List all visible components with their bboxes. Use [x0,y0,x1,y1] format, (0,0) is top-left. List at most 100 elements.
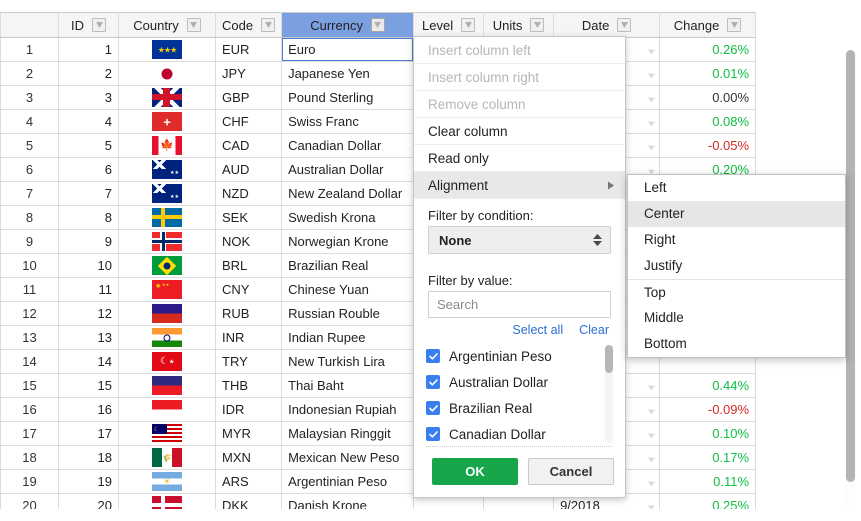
cell-code[interactable]: BRL [214,253,283,278]
row-number-cell[interactable]: 12 [0,301,59,326]
cell-currency[interactable]: Argentinian Peso [281,469,415,494]
cell-currency[interactable]: Swedish Krona [281,205,415,230]
cell-currency[interactable]: Thai Baht [281,373,415,398]
cell-country[interactable]: ☾ [118,421,216,446]
cell-code[interactable]: EUR [214,37,283,62]
row-number-cell[interactable]: 17 [0,421,59,446]
cell-id[interactable]: 17 [58,421,119,446]
column-header-level[interactable]: Level [413,12,485,38]
date-dropdown-icon[interactable] [648,66,656,81]
table-row[interactable]: 1515THBThai Baht9/20180.44% [0,373,757,398]
row-number-cell[interactable]: 13 [0,325,59,350]
cell-country[interactable]: ★★★ [118,277,216,302]
filter-condition-select[interactable]: None [428,226,611,254]
cell-change[interactable]: -0.09% [659,397,757,422]
column-header-code[interactable]: Code [214,12,283,38]
cell-currency[interactable]: New Turkish Lira [281,349,415,374]
table-row[interactable]: 55🍁CADCanadian Dollar9/2018-0.05% [0,133,757,158]
row-number-cell[interactable]: 7 [0,181,59,206]
cell-id[interactable]: 1 [58,37,119,62]
cell-id[interactable]: 16 [58,397,119,422]
clear-link[interactable]: Clear [579,323,609,337]
date-dropdown-icon[interactable] [648,114,656,129]
cell-code[interactable]: AUD [214,157,283,182]
column-header-date[interactable]: Date [553,12,661,38]
row-number-cell[interactable]: 11 [0,277,59,302]
vertical-scrollbar-thumb[interactable] [846,50,855,482]
table-row[interactable]: 1616IDRIndonesian Rupiah9/2018-0.09% [0,397,757,422]
cell-country[interactable] [118,205,216,230]
cell-country[interactable]: 🍁 [118,133,216,158]
cell-id[interactable]: 11 [58,277,119,302]
cell-currency[interactable]: Norwegian Krone [281,229,415,254]
cell-change[interactable]: 0.10% [659,421,757,446]
context-menu-item-alignment[interactable]: Alignment [414,172,625,199]
cell-id[interactable]: 14 [58,349,119,374]
cell-id[interactable]: 10 [58,253,119,278]
cell-currency[interactable]: Indonesian Rupiah [281,397,415,422]
cell-currency[interactable]: Mexican New Peso [281,445,415,470]
row-number-cell[interactable]: 6 [0,157,59,182]
column-context-menu[interactable]: Insert column left Insert column right Rem… [413,36,626,498]
cell-country[interactable] [118,61,216,86]
column-filter-icon[interactable] [370,18,385,32]
cell-change[interactable]: 0.00% [659,85,757,110]
alignment-option-middle[interactable]: Middle [628,305,845,331]
column-header-currency[interactable]: Currency [281,12,415,38]
cell-country[interactable]: ★★ [118,181,216,206]
cell-code[interactable]: INR [214,325,283,350]
column-filter-icon[interactable] [92,18,106,32]
cell-currency[interactable]: Chinese Yuan [281,277,415,302]
cell-id[interactable]: 6 [58,157,119,182]
cell-code[interactable]: NZD [214,181,283,206]
cell-id[interactable]: 7 [58,181,119,206]
row-number-cell[interactable]: 1 [0,37,59,62]
row-number-cell[interactable]: 8 [0,205,59,230]
date-dropdown-icon[interactable] [648,450,656,465]
cell-code[interactable]: NOK [214,229,283,254]
alignment-option-top[interactable]: Top [628,279,845,305]
cell-country[interactable]: ★★ [118,157,216,182]
date-dropdown-icon[interactable] [648,426,656,441]
cell-country[interactable]: + [118,109,216,134]
cell-currency[interactable]: Pound Sterling [281,85,415,110]
cell-code[interactable]: IDR [214,397,283,422]
row-number-cell[interactable]: 20 [0,493,59,509]
alignment-option-left[interactable]: Left [628,175,845,201]
cell-id[interactable]: 3 [58,85,119,110]
cell-currency[interactable]: Japanese Yen [281,61,415,86]
alignment-option-bottom[interactable]: Bottom [628,331,845,357]
cell-change[interactable]: -0.05% [659,133,757,158]
cell-id[interactable]: 2 [58,61,119,86]
cell-id[interactable]: 19 [58,469,119,494]
cell-country[interactable] [118,325,216,350]
filter-value-row[interactable]: Brazilian Real [426,395,613,421]
cell-country[interactable]: ☾ ★ [118,349,216,374]
row-number-cell[interactable]: 19 [0,469,59,494]
cell-code[interactable]: CNY [214,277,283,302]
row-number-cell[interactable]: 9 [0,229,59,254]
cell-code[interactable]: CAD [214,133,283,158]
column-filter-icon[interactable] [530,18,545,32]
row-number-cell[interactable]: 10 [0,253,59,278]
cell-code[interactable]: JPY [214,61,283,86]
table-row[interactable]: 1919☀ARSArgentinian Peso9/20180.11% [0,469,757,494]
row-number-cell[interactable]: 2 [0,61,59,86]
cell-id[interactable]: 12 [58,301,119,326]
checkbox-checked-icon[interactable] [426,349,440,363]
table-row[interactable]: 33GBPPound Sterling9/20180.00% [0,85,757,110]
cell-change[interactable]: 0.26% [659,37,757,62]
cell-code[interactable]: TRY [214,349,283,374]
filter-search-input[interactable] [428,291,611,318]
column-header-id[interactable]: ID [58,12,119,38]
cell-code[interactable]: GBP [214,85,283,110]
checkbox-checked-icon[interactable] [426,427,440,441]
table-row[interactable]: 44+CHFSwiss Franc9/20180.08% [0,109,757,134]
date-dropdown-icon[interactable] [648,498,656,509]
column-filter-icon[interactable] [727,18,742,32]
filter-value-row[interactable]: Argentinian Peso [426,343,613,369]
alignment-option-right[interactable]: Right [628,227,845,253]
column-filter-icon[interactable] [261,18,276,32]
row-number-cell[interactable]: 5 [0,133,59,158]
cell-id[interactable]: 13 [58,325,119,350]
